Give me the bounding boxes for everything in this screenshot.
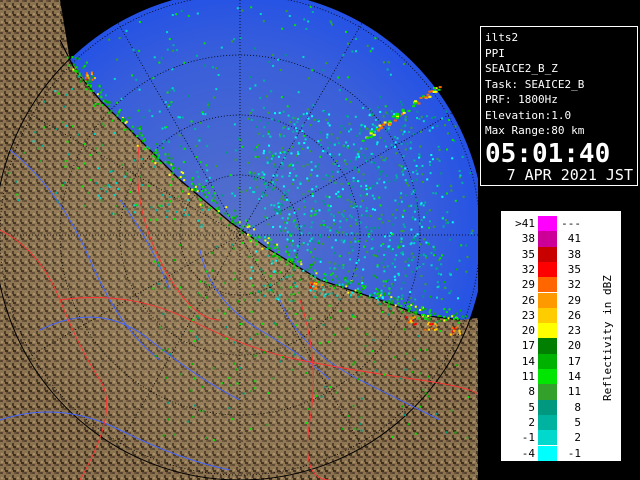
legend-color-swatch (538, 369, 557, 385)
legend-lower-bound: 26 (521, 293, 535, 307)
legend-lower-bound: 2 (528, 415, 535, 429)
legend-lower-bound: -4 (521, 446, 535, 460)
legend-row: 32 35 (501, 261, 581, 278)
observation-time: 05:01:40 (485, 138, 611, 169)
legend-row: >41 --- (501, 216, 581, 232)
legend-upper-bound: -1 (567, 446, 581, 460)
reflectivity-legend: >41 --- 38 41 35 38 32 35 29 32 26 29 23 26 20 23 17 20 14… (500, 210, 622, 462)
legend-row: 17 20 (501, 338, 581, 354)
legend-row: 26 29 (501, 292, 581, 308)
legend-row: 58 (501, 399, 581, 415)
legend-upper-bound: 20 (567, 339, 581, 353)
elevation-value: Elevation:1.0 (485, 108, 572, 122)
legend-lower-bound: 32 (521, 262, 535, 276)
legend-row: 35 38 (501, 246, 581, 262)
dataset-name: SEAICE2_B_Z (485, 62, 558, 75)
legend-lower-bound: 35 (521, 247, 535, 261)
legend-color-swatch (538, 384, 557, 400)
legend-color-swatch (538, 231, 557, 247)
legend-row: 23 26 (501, 307, 581, 324)
legend-color-swatch (538, 292, 557, 308)
legend-color-swatch (538, 399, 557, 415)
radar-map (0, 0, 478, 480)
legend-lower-bound: 38 (521, 232, 535, 246)
legend-color-swatch (538, 323, 557, 339)
legend-upper-bound: 38 (567, 247, 581, 261)
legend-lower-bound: 8 (528, 385, 535, 399)
prf-value: PRF: 1800Hz (485, 93, 558, 106)
legend-upper-bound: 23 (567, 324, 581, 338)
legend-lower-bound: 20 (521, 324, 535, 338)
legend-lower-bound: 14 (521, 354, 535, 368)
legend-lower-bound: 29 (521, 278, 535, 292)
legend-upper-bound: --- (561, 217, 581, 230)
legend-upper-bound: 26 (567, 308, 581, 322)
legend-color-swatch (538, 445, 557, 461)
legend-row: 11 14 (501, 369, 581, 385)
radar-info-panel: ilts2 PPI SEAICE2_B_Z Task: SEAICE2_B PR… (480, 26, 638, 186)
legend-color-swatch (538, 307, 557, 324)
legend-lower-bound: -1 (521, 431, 535, 445)
legend-row: 25 (501, 414, 581, 431)
legend-color-swatch (538, 430, 557, 446)
legend-lower-bound: 11 (521, 370, 535, 383)
legend-upper-bound: 14 (567, 370, 581, 383)
product-type: PPI (485, 46, 505, 60)
legend-row: 14 17 (501, 353, 581, 369)
legend-row: 29 32 (501, 277, 581, 293)
observation-date: 7 APR 2021 JST (506, 165, 633, 184)
legend-upper-bound: 35 (567, 262, 581, 276)
legend-color-swatch (538, 277, 557, 293)
legend-row: 20 23 (501, 323, 581, 339)
legend-row: 8 11 (501, 384, 581, 400)
legend-color-swatch (538, 216, 557, 232)
legend-row: -4 -1 (501, 445, 581, 461)
legend-upper-bound: 17 (567, 354, 581, 368)
legend-color-swatch (538, 246, 557, 262)
legend-lower-bound: >41 (515, 217, 535, 230)
legend-upper-bound: 8 (574, 400, 581, 414)
legend-upper-bound: 5 (574, 415, 581, 429)
station-name: ilts2 (485, 31, 519, 44)
legend-lower-bound: 5 (528, 400, 535, 414)
max-range-value: Max Range:80 km (485, 124, 585, 137)
legend-upper-bound: 32 (567, 278, 581, 292)
legend-lower-bound: 23 (521, 308, 535, 322)
legend-lower-bound: 17 (521, 339, 535, 353)
legend-upper-bound: 2 (574, 431, 581, 445)
legend-color-swatch (538, 261, 557, 278)
legend-upper-bound: 41 (567, 232, 581, 246)
task-name: Task: SEAICE2_B (485, 77, 585, 91)
legend-row: 38 41 (501, 231, 581, 247)
legend-upper-bound: 29 (567, 293, 581, 307)
legend-color-swatch (538, 338, 557, 354)
legend-color-swatch (538, 353, 557, 369)
legend-title: Reflectivity in dBZ (601, 275, 614, 401)
legend-row: -1 2 (501, 430, 581, 446)
legend-upper-bound: 11 (567, 385, 581, 399)
legend-color-swatch (538, 414, 557, 431)
